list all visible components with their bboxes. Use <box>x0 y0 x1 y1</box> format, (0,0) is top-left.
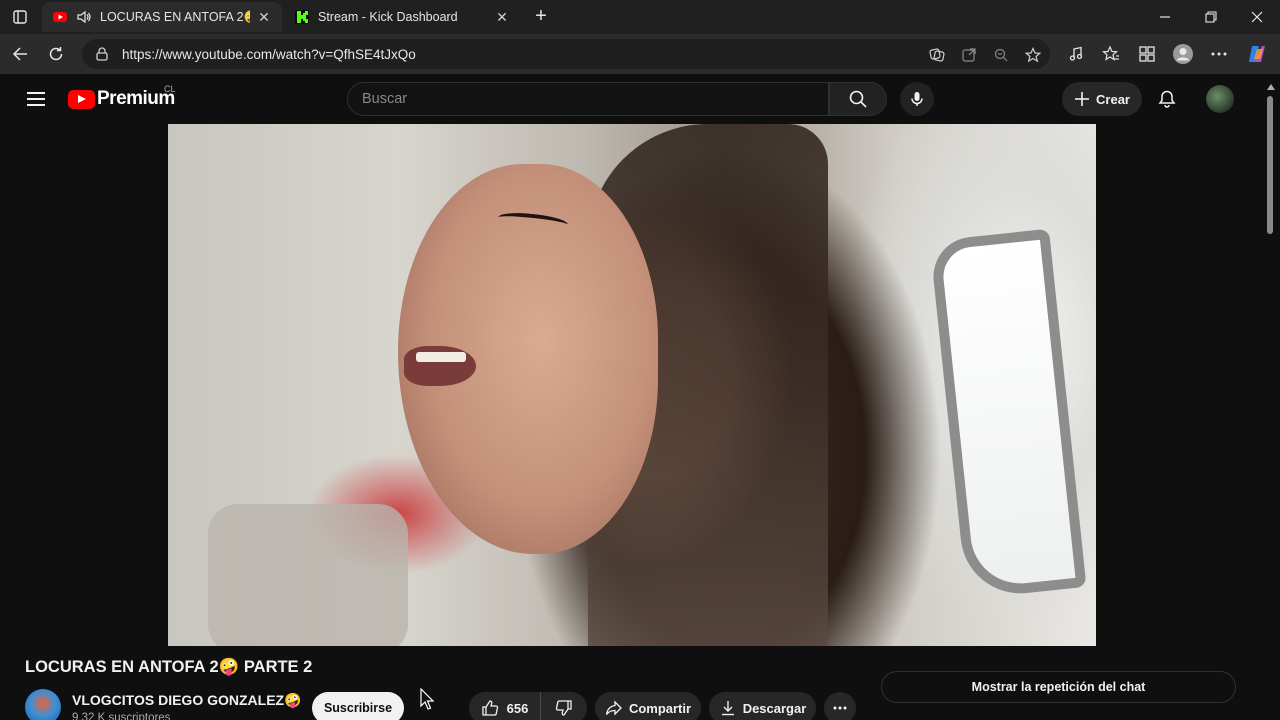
notifications-bell-icon[interactable] <box>1155 87 1179 111</box>
download-icon <box>721 701 734 716</box>
like-dislike-group: 656 <box>469 692 587 720</box>
search-icon <box>849 90 867 108</box>
more-menu-icon[interactable] <box>1207 42 1231 66</box>
kick-favicon-icon <box>295 10 309 24</box>
scroll-up-icon[interactable] <box>1267 84 1275 90</box>
create-button[interactable]: Crear <box>1062 82 1142 116</box>
video-player[interactable] <box>168 124 1096 646</box>
speaker-icon[interactable] <box>76 9 92 25</box>
like-count: 656 <box>506 700 529 716</box>
close-tab-icon[interactable]: ✕ <box>256 9 272 25</box>
share-label: Compartir <box>628 700 692 716</box>
tab-kick[interactable]: Stream - Kick Dashboard ✕ <box>284 2 520 32</box>
translate-icon[interactable] <box>928 46 946 64</box>
profile-icon[interactable] <box>1171 42 1195 66</box>
scrollbar-thumb[interactable] <box>1267 96 1273 234</box>
lock-icon[interactable] <box>94 46 110 62</box>
voice-search-button[interactable] <box>900 82 934 116</box>
more-actions-icon[interactable] <box>824 692 856 720</box>
plus-icon <box>1075 92 1090 106</box>
mouse-cursor-icon <box>420 688 434 710</box>
media-control-icon[interactable] <box>1064 42 1088 66</box>
search-input[interactable]: Buscar <box>347 82 829 116</box>
dislike-button[interactable] <box>541 692 587 720</box>
open-in-app-icon[interactable] <box>960 46 978 64</box>
youtube-favicon-icon <box>53 12 67 22</box>
back-icon[interactable] <box>8 42 32 66</box>
video-title: LOCURAS EN ANTOFA 2🤪 PARTE 2 <box>25 658 313 676</box>
share-icon <box>605 700 622 716</box>
search-placeholder: Buscar <box>362 91 408 107</box>
url-text: https://www.youtube.com/watch?v=QfhSE4tJ… <box>122 46 416 62</box>
youtube-logo-icon <box>68 89 95 109</box>
menu-icon[interactable] <box>24 87 48 111</box>
page-scrollbar[interactable] <box>1262 74 1280 720</box>
subscribe-button[interactable]: Suscribirse <box>312 692 404 720</box>
subscriber-count: 9,32 K suscriptores <box>72 712 171 720</box>
refresh-icon[interactable] <box>44 42 68 66</box>
youtube-page: Premium CL Buscar Crear LOCURAS EN ANTOF… <box>4 74 1262 720</box>
new-tab-icon[interactable]: + <box>530 5 552 27</box>
copilot-icon[interactable] <box>1245 42 1269 66</box>
show-chat-replay-button[interactable]: Mostrar la repetición del chat <box>881 671 1236 703</box>
channel-avatar[interactable] <box>25 689 61 720</box>
youtube-header: Premium CL Buscar Crear <box>4 74 1262 124</box>
country-code: CL <box>164 84 176 94</box>
zoom-icon[interactable] <box>992 46 1010 64</box>
browser-toolbar: https://www.youtube.com/watch?v=QfhSE4tJ… <box>0 34 1280 74</box>
tab-youtube[interactable]: LOCURAS EN ANTOFA 2🤪 PARTE 2 ✕ <box>42 2 282 32</box>
thumbs-down-icon <box>555 700 572 716</box>
minimize-icon[interactable] <box>1149 4 1181 30</box>
youtube-premium-logo[interactable]: Premium CL <box>68 84 176 110</box>
share-button[interactable]: Compartir <box>595 692 701 720</box>
account-avatar[interactable] <box>1206 85 1234 113</box>
tab-title: LOCURAS EN ANTOFA 2🤪 PARTE 2 <box>100 9 250 24</box>
thumbs-up-icon <box>481 700 498 716</box>
download-label: Descargar <box>742 700 807 716</box>
favorite-star-icon[interactable] <box>1024 46 1042 64</box>
channel-name[interactable]: VLOGCITOS DIEGO GONZALEZ🤪 <box>72 692 302 709</box>
like-button[interactable]: 656 <box>469 692 541 720</box>
tab-title: Stream - Kick Dashboard <box>318 10 458 24</box>
close-tab-icon[interactable]: ✕ <box>494 9 510 25</box>
create-label: Crear <box>1096 91 1130 107</box>
microphone-icon <box>911 92 923 106</box>
close-window-icon[interactable] <box>1241 4 1273 30</box>
collections-icon[interactable] <box>1135 42 1159 66</box>
browser-tab-strip: LOCURAS EN ANTOFA 2🤪 PARTE 2 ✕ Stream - … <box>0 0 1280 34</box>
favorites-icon[interactable] <box>1099 42 1123 66</box>
search-button[interactable] <box>829 82 887 116</box>
tab-actions-icon[interactable] <box>8 6 32 28</box>
address-bar[interactable]: https://www.youtube.com/watch?v=QfhSE4tJ… <box>82 39 1050 69</box>
download-button[interactable]: Descargar <box>709 692 816 720</box>
restore-icon[interactable] <box>1195 4 1227 30</box>
